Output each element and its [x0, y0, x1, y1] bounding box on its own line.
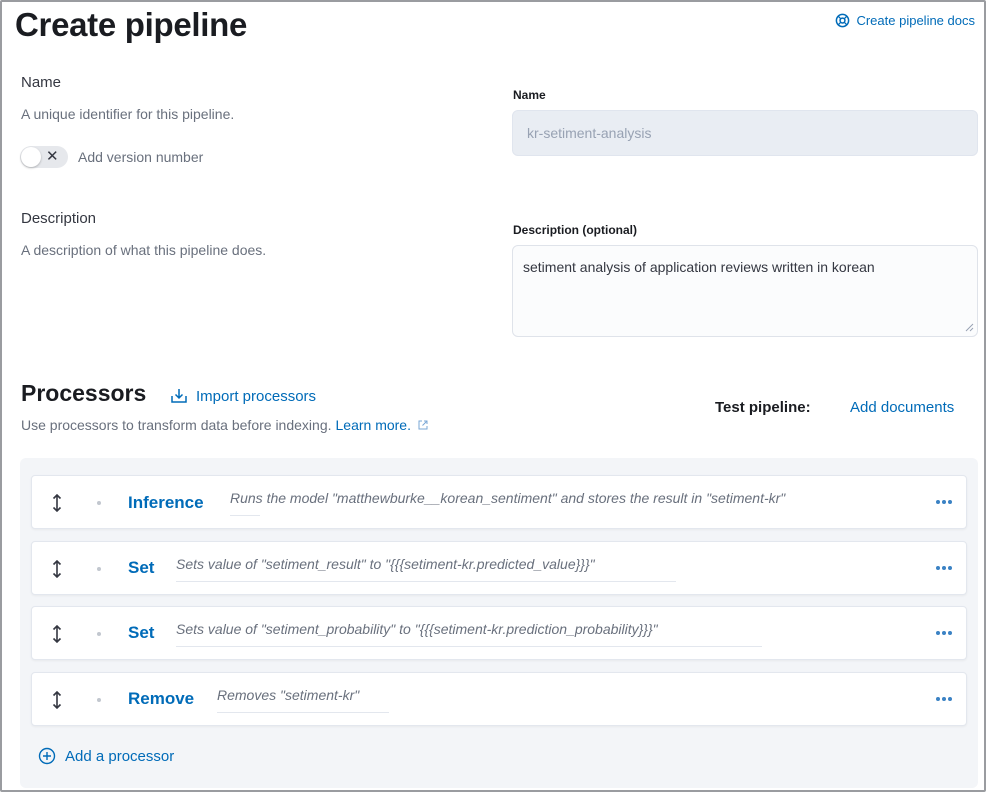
processor-row: Inference Runs the model "matthewburke__…	[31, 475, 967, 529]
description-underline	[176, 581, 676, 582]
import-processors-link[interactable]: Import processors	[170, 387, 316, 405]
status-dot	[97, 501, 101, 505]
description-underline	[230, 515, 260, 516]
drag-handle-icon[interactable]	[50, 625, 64, 643]
add-version-switch[interactable]: ✕	[20, 146, 68, 168]
more-actions-icon[interactable]	[936, 693, 954, 705]
docs-link-label: Create pipeline docs	[856, 13, 975, 28]
add-documents-link[interactable]: Add documents	[850, 399, 954, 416]
processor-row: Remove Removes "setiment-kr"	[31, 672, 967, 726]
description-field-label: Description (optional)	[513, 223, 637, 237]
import-icon	[171, 389, 187, 403]
processor-name-link[interactable]: Inference	[128, 493, 204, 513]
processor-name-link[interactable]: Set	[128, 623, 154, 643]
add-processor-label: Add a processor	[65, 747, 175, 765]
name-field-label: Name	[513, 88, 546, 102]
description-section-description: A description of what this pipeline does…	[21, 242, 267, 258]
description-underline	[217, 712, 389, 713]
processor-description[interactable]: Runs the model "matthewburke__korean_sen…	[230, 490, 785, 506]
processor-description[interactable]: Sets value of "setiment_result" to "{{{s…	[176, 556, 595, 572]
close-icon: ✕	[46, 148, 59, 165]
create-pipeline-docs-link[interactable]: Create pipeline docs	[835, 13, 975, 28]
plus-circle-icon	[38, 747, 56, 765]
page-title: Create pipeline	[15, 6, 248, 43]
status-dot	[97, 698, 101, 702]
processor-name-link[interactable]: Set	[128, 558, 154, 578]
app-frame: Create pipeline Create pipeline docs Nam…	[0, 0, 986, 792]
processor-row: Set Sets value of "setiment_result" to "…	[31, 541, 967, 595]
switch-knob	[21, 147, 41, 167]
description-textarea[interactable]: setiment analysis of application reviews…	[512, 245, 978, 337]
import-processors-label: Import processors	[196, 387, 317, 405]
learn-more-link[interactable]: Learn more.	[336, 417, 429, 433]
more-actions-icon[interactable]	[936, 627, 954, 639]
more-actions-icon[interactable]	[936, 562, 954, 574]
resize-grip-icon[interactable]	[964, 322, 974, 332]
learn-more-label: Learn more.	[335, 417, 411, 433]
add-version-label: Add version number	[78, 149, 204, 165]
processors-description: Use processors to transform data before …	[21, 417, 429, 433]
drag-handle-icon[interactable]	[50, 494, 64, 512]
description-underline	[176, 646, 762, 647]
version-toggle-row: ✕ Add version number	[20, 146, 203, 168]
processor-row: Set Sets value of "setiment_probability"…	[31, 606, 967, 660]
help-circle-icon	[836, 13, 850, 28]
more-actions-icon[interactable]	[936, 496, 954, 508]
description-section-title: Description	[21, 210, 97, 227]
status-dot	[97, 567, 101, 571]
processors-title: Processors	[21, 380, 147, 406]
test-pipeline-label: Test pipeline:	[715, 399, 811, 416]
drag-handle-icon[interactable]	[50, 560, 64, 578]
add-processor-button[interactable]: Add a processor	[38, 747, 174, 765]
drag-handle-icon[interactable]	[50, 691, 64, 709]
processor-description[interactable]: Sets value of "setiment_probability" to …	[176, 621, 658, 637]
name-input[interactable]	[512, 110, 978, 156]
name-section-title: Name	[21, 74, 62, 91]
status-dot	[97, 632, 101, 636]
name-section-description: A unique identifier for this pipeline.	[21, 106, 235, 122]
processor-name-link[interactable]: Remove	[128, 689, 194, 709]
external-link-icon	[418, 420, 428, 430]
processor-description[interactable]: Removes "setiment-kr"	[217, 687, 359, 703]
processors-description-text: Use processors to transform data before …	[21, 417, 332, 433]
